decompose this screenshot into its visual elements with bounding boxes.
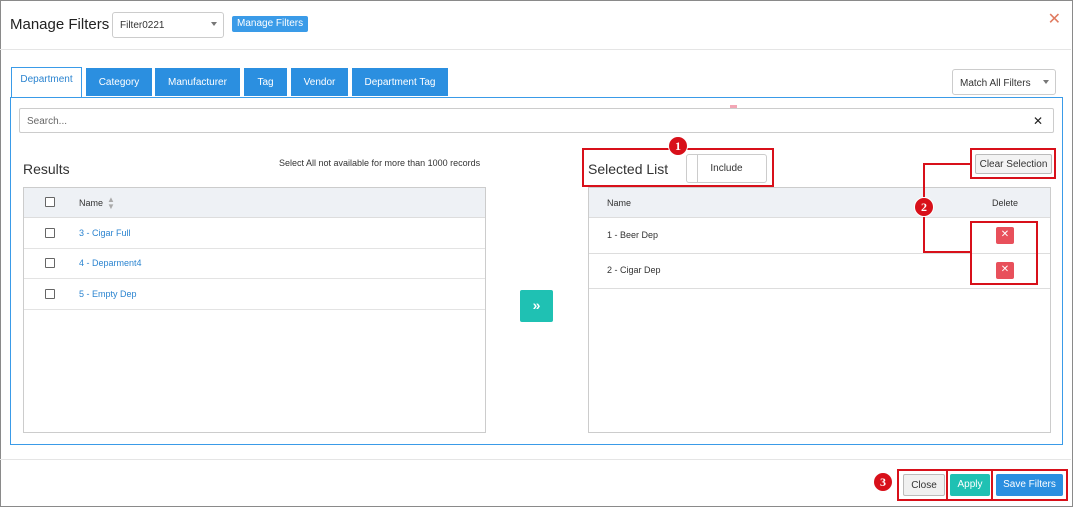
annotation-badge-2: 2 [914,197,934,217]
annotation-box-2b [970,221,1038,285]
chevron-down-icon [211,22,217,26]
annotation-box-3 [897,469,1068,501]
annotation-line [991,470,993,500]
chevron-down-icon [1043,80,1049,84]
result-link[interactable]: 5 - Empty Dep [79,289,137,299]
filter-select[interactable]: Filter0221 [112,12,224,38]
selected-item: 2 - Cigar Dep [607,265,661,275]
tab-department-tag[interactable]: Department Tag [352,68,448,96]
match-filters-select[interactable]: Match All Filters [952,69,1056,95]
row-divider [24,248,485,249]
search-input[interactable]: Search... [19,108,1054,133]
results-title: Results [23,161,70,177]
footer-divider [0,459,1071,460]
selected-item: 1 - Beer Dep [607,230,659,240]
selected-col-name: Name [607,198,632,208]
row-checkbox[interactable] [45,289,55,299]
annotation-line [924,163,971,165]
row-checkbox[interactable] [45,258,55,268]
match-filters-value: Match All Filters [960,78,1031,89]
annotation-badge-3: 3 [873,472,893,492]
sort-icon[interactable]: ▲ ▼ [107,196,115,211]
tab-category[interactable]: Category [86,68,152,96]
select-all-checkbox[interactable] [45,197,55,207]
annotation-badge-1: 1 [668,136,688,156]
result-link[interactable]: 3 - Cigar Full [79,228,131,238]
row-divider [24,309,485,310]
move-to-selected-button[interactable]: » [520,290,553,322]
manage-filters-button[interactable]: Manage Filters [232,16,309,32]
annotation-line [923,251,971,253]
tab-manufacturer[interactable]: Manufacturer [155,68,240,96]
close-icon[interactable]: ✕ [1048,9,1061,29]
results-note: Select All not available for more than 1… [279,158,481,168]
result-link[interactable]: 4 - Deparment4 [79,258,142,268]
tab-tag[interactable]: Tag [244,68,287,96]
annotation-line [946,470,948,500]
annotation-box-2a [970,148,1056,179]
row-divider [589,288,1050,289]
row-divider [24,278,485,279]
selected-col-delete: Delete [992,198,1019,208]
tab-department[interactable]: Department [11,67,82,97]
row-checkbox[interactable] [45,228,55,238]
clear-search-icon[interactable]: ✕ [1033,114,1043,128]
selected-table-header [589,188,1050,218]
modal-title: Manage Filters [10,16,110,33]
tab-vendor[interactable]: Vendor [291,68,348,96]
results-table [23,187,486,433]
double-chevron-right-icon: » [532,297,541,313]
results-col-name: Name [79,198,104,208]
filter-select-value: Filter0221 [120,20,165,31]
